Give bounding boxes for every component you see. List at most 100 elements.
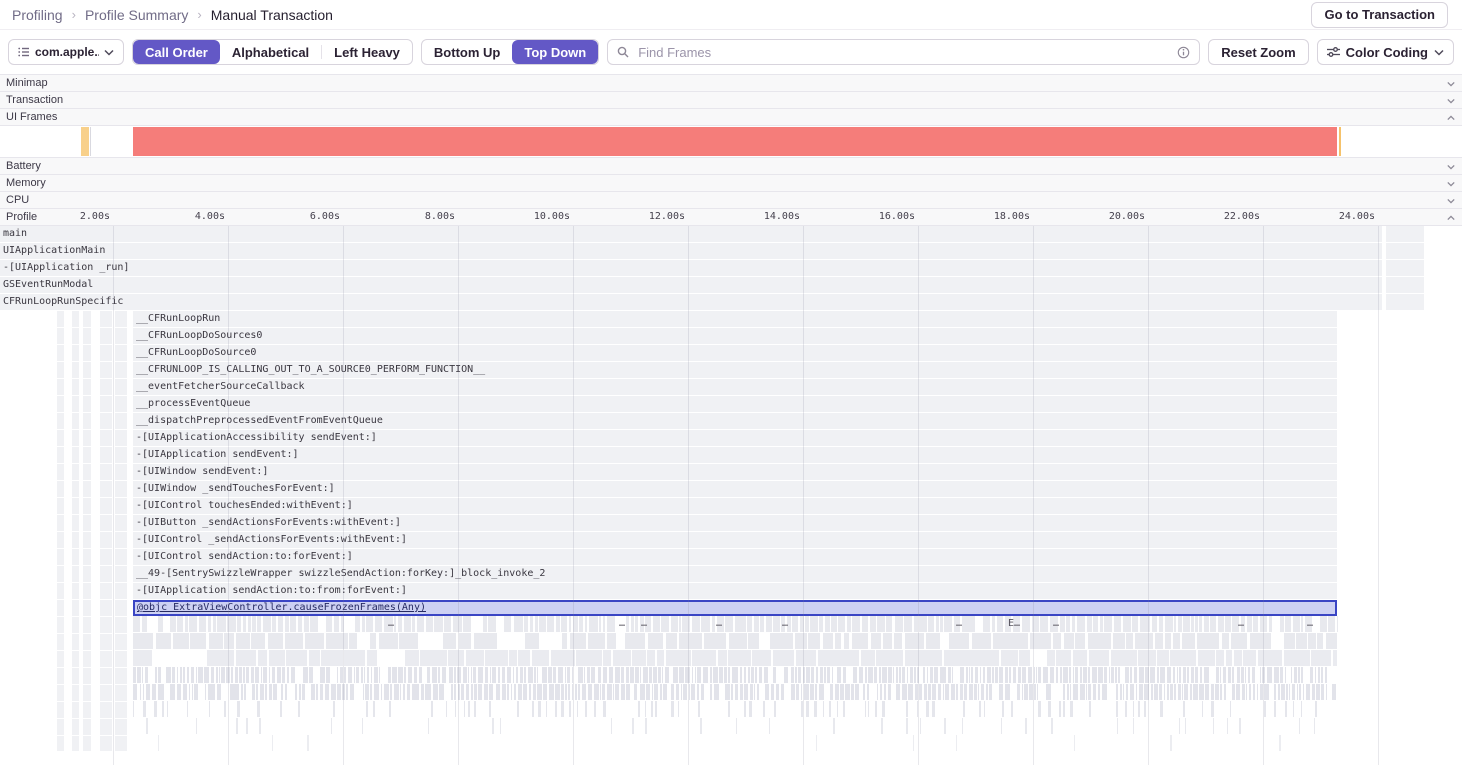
frame-segment[interactable] xyxy=(626,667,629,683)
frame-segment[interactable] xyxy=(1292,684,1295,700)
find-frames-search[interactable] xyxy=(607,39,1200,65)
frame-segment[interactable] xyxy=(1183,701,1185,717)
frame-segment[interactable] xyxy=(1116,684,1118,700)
frame-segment[interactable] xyxy=(187,667,189,683)
frame-segment[interactable] xyxy=(1232,684,1235,700)
frame-segment[interactable] xyxy=(1227,718,1228,734)
frame-segment[interactable] xyxy=(654,684,658,700)
frame-segment[interactable] xyxy=(390,684,392,700)
frame-segment[interactable] xyxy=(1315,667,1316,683)
frame-segment[interactable] xyxy=(192,684,193,700)
frame-segment[interactable] xyxy=(177,616,183,632)
frame-segment[interactable] xyxy=(585,701,587,717)
frame-segment[interactable] xyxy=(282,667,285,683)
frame-segment[interactable] xyxy=(964,684,967,700)
frame-segment[interactable] xyxy=(630,667,634,683)
frame-segment[interactable] xyxy=(868,701,869,717)
frame-segment[interactable] xyxy=(1216,667,1219,683)
frame-segment[interactable] xyxy=(152,684,156,700)
frame-segment[interactable] xyxy=(1074,735,1075,751)
frame-segment[interactable] xyxy=(421,684,424,700)
frame-segment[interactable] xyxy=(868,667,873,683)
frame-segment[interactable] xyxy=(489,701,491,717)
frame-segment[interactable] xyxy=(1034,667,1035,683)
frame-segment[interactable] xyxy=(1165,633,1171,649)
frame-segment[interactable] xyxy=(984,701,985,717)
frame-segment[interactable] xyxy=(979,701,981,717)
frame-segment[interactable] xyxy=(196,718,197,734)
frame-segment[interactable] xyxy=(835,633,841,649)
frame-segment[interactable] xyxy=(1017,684,1020,700)
frame-segment[interactable] xyxy=(747,616,752,632)
frame-segment[interactable] xyxy=(419,667,422,683)
frame-segment[interactable] xyxy=(728,650,751,666)
frame-segment[interactable] xyxy=(466,650,484,666)
frame-segment[interactable] xyxy=(320,667,325,683)
frame-segment[interactable] xyxy=(1173,633,1180,649)
frame-segment[interactable] xyxy=(838,616,845,632)
frame-segment[interactable] xyxy=(936,616,939,632)
frame-segment[interactable] xyxy=(331,684,336,700)
frame-segment[interactable] xyxy=(1204,616,1209,632)
frame-segment[interactable] xyxy=(1285,616,1291,632)
frame-segment[interactable] xyxy=(1303,684,1304,700)
frame-segment[interactable] xyxy=(1198,650,1215,666)
frame-segment[interactable] xyxy=(1231,633,1247,649)
frame-segment[interactable] xyxy=(740,684,743,700)
frame-segment[interactable] xyxy=(1232,667,1234,683)
frame-segment[interactable] xyxy=(524,616,528,632)
sort-left-heavy-button[interactable]: Left Heavy xyxy=(322,40,412,64)
frame-segment[interactable] xyxy=(518,684,522,700)
frame-segment[interactable] xyxy=(908,684,913,700)
frame-segment[interactable] xyxy=(194,684,198,700)
flame-frame[interactable]: CFRunLoopRunSpecific xyxy=(0,294,1424,310)
frame-segment[interactable] xyxy=(1053,633,1061,649)
frame-segment[interactable] xyxy=(143,701,146,717)
frame-segment[interactable] xyxy=(381,684,382,700)
frame-segment[interactable] xyxy=(810,684,814,700)
frame-segment[interactable] xyxy=(260,684,264,700)
section-memory[interactable]: Memory xyxy=(0,175,1462,192)
frame-segment[interactable] xyxy=(162,684,164,700)
frame-segment[interactable] xyxy=(370,684,372,700)
frame-segment[interactable] xyxy=(692,650,716,666)
frame-segment[interactable] xyxy=(364,667,365,683)
frame-segment[interactable] xyxy=(926,701,929,717)
frame-segment[interactable] xyxy=(236,650,256,666)
frame-segment[interactable] xyxy=(906,718,908,734)
flame-frame[interactable]: -[UIApplication sendAction:to:from:forEv… xyxy=(133,583,1337,599)
frame-segment[interactable] xyxy=(757,684,759,700)
frame-segment[interactable] xyxy=(751,667,754,683)
frame-segment[interactable] xyxy=(657,650,664,666)
frame-segment[interactable] xyxy=(882,667,887,683)
frame-segment[interactable] xyxy=(1050,667,1054,683)
frame-segment[interactable] xyxy=(217,616,226,632)
frame-segment[interactable] xyxy=(588,633,605,649)
frame-segment[interactable] xyxy=(355,616,360,632)
frame-segment[interactable] xyxy=(537,667,538,683)
frame-segment[interactable] xyxy=(713,667,718,683)
frame-segment[interactable] xyxy=(665,667,669,683)
frame-segment[interactable] xyxy=(773,667,776,683)
frame-segment[interactable] xyxy=(137,667,141,683)
frame-segment[interactable] xyxy=(928,684,931,700)
frame-segment[interactable] xyxy=(272,735,273,751)
frame-segment[interactable] xyxy=(904,616,912,632)
frame-segment[interactable] xyxy=(1274,701,1276,717)
frame-segment[interactable] xyxy=(1269,616,1272,632)
frame-segment[interactable] xyxy=(748,667,750,683)
frame-segment[interactable] xyxy=(366,616,373,632)
frame-segment[interactable] xyxy=(806,667,810,683)
frame-segment[interactable] xyxy=(974,684,977,700)
frame-segment[interactable] xyxy=(1005,667,1008,683)
frame-segment[interactable] xyxy=(1317,633,1323,649)
frame-segment[interactable] xyxy=(1001,650,1018,666)
frame-segment[interactable] xyxy=(600,684,601,700)
frame-segment[interactable] xyxy=(399,633,418,649)
frame-segment[interactable] xyxy=(923,667,925,683)
frame-segment[interactable] xyxy=(771,684,774,700)
frame-segment[interactable] xyxy=(307,735,309,751)
frame-segment[interactable] xyxy=(231,667,233,683)
frame-segment[interactable] xyxy=(133,650,152,666)
frame-segment[interactable] xyxy=(416,684,419,700)
